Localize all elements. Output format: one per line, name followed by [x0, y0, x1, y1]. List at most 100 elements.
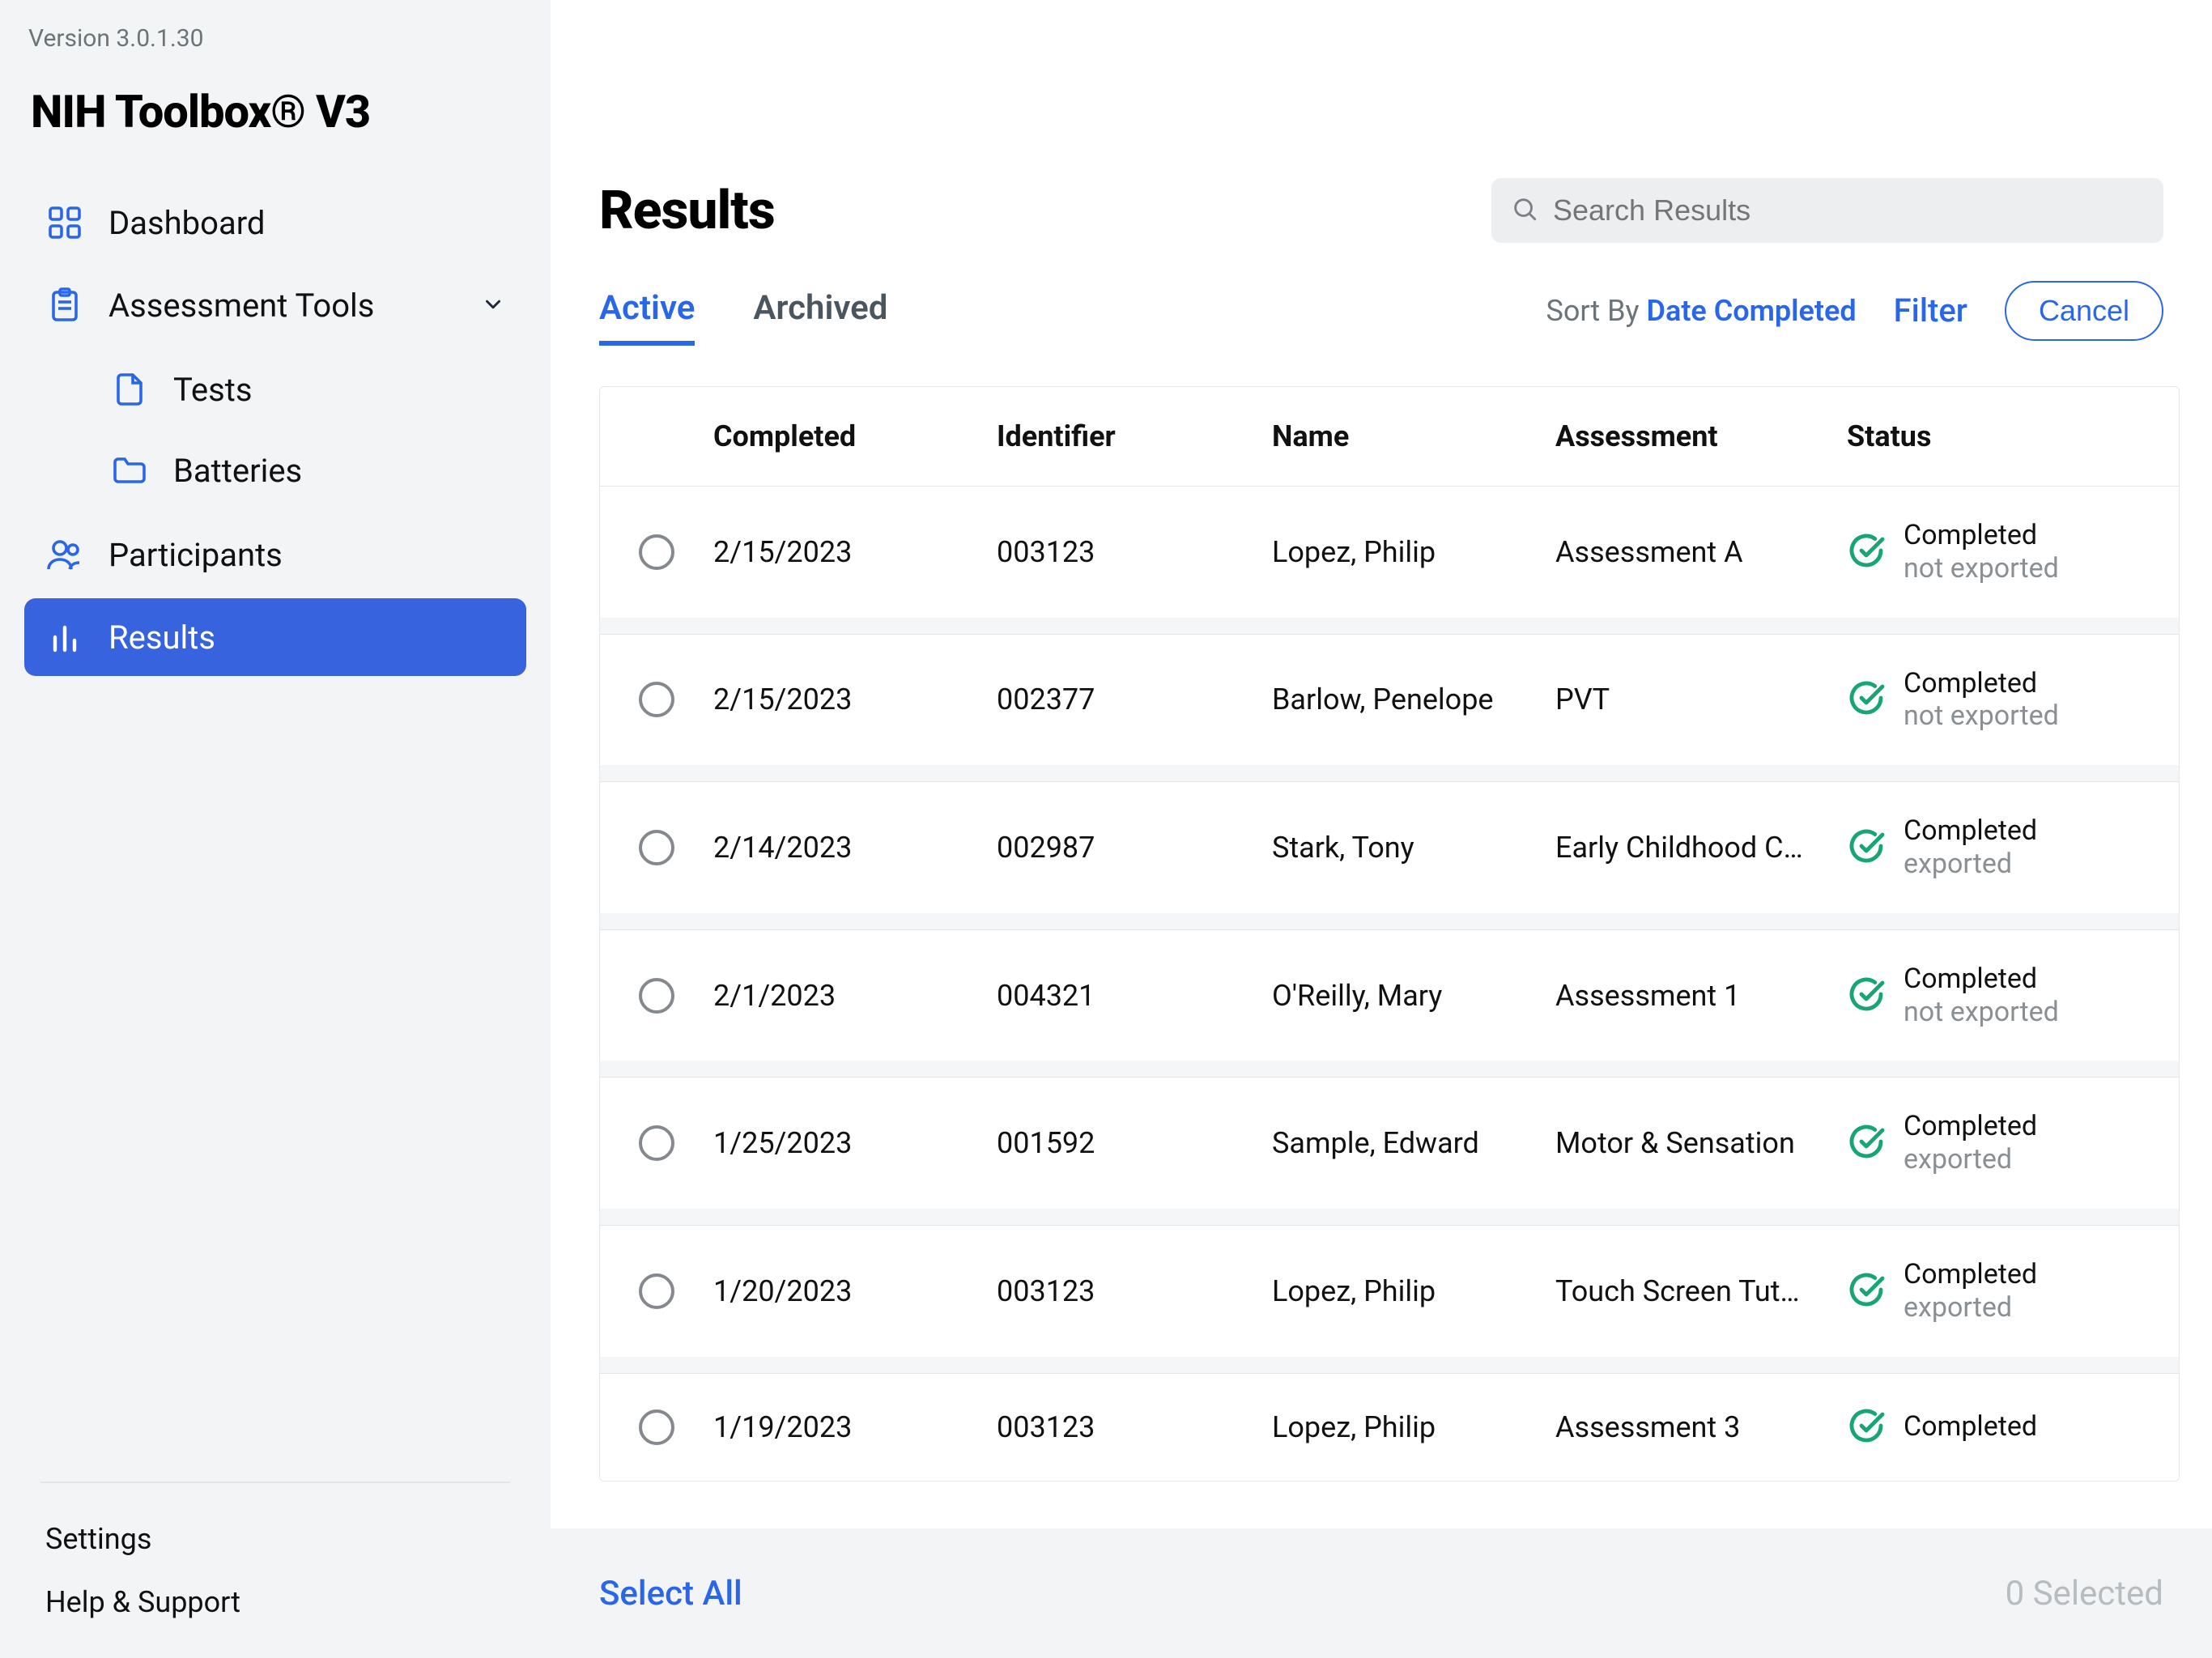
search-icon — [1511, 195, 1538, 226]
status-secondary: not exported — [1904, 552, 2059, 585]
col-status: Status — [1847, 419, 2179, 453]
table-row[interactable]: 2/15/2023003123Lopez, PhilipAssessment A… — [600, 486, 2179, 618]
file-icon — [110, 370, 149, 409]
status-secondary: exported — [1904, 848, 2037, 881]
status-primary: Completed — [1904, 814, 2037, 848]
cell-status: Completedexported — [1847, 1110, 2179, 1176]
table-row[interactable]: 2/14/2023002987Stark, TonyEarly Childhoo… — [600, 781, 2179, 913]
sidebar-item-results[interactable]: Results — [24, 598, 526, 676]
cell-name: Lopez, Philip — [1272, 535, 1555, 569]
table-header: Completed Identifier Name Assessment Sta… — [600, 387, 2179, 486]
status-primary: Completed — [1904, 1410, 2037, 1443]
cell-identifier: 001592 — [997, 1126, 1272, 1160]
results-toolbar: Active Archived Sort By Date Completed F… — [551, 243, 2212, 346]
status-secondary: exported — [1904, 1291, 2037, 1324]
sidebar-item-tests[interactable]: Tests — [89, 349, 526, 430]
col-assessment: Assessment — [1555, 419, 1847, 453]
cell-completed: 1/19/2023 — [713, 1410, 997, 1444]
filter-button[interactable]: Filter — [1894, 291, 1967, 329]
cell-status: Completednot exported — [1847, 667, 2179, 733]
row-select-radio[interactable] — [639, 534, 674, 570]
table-row[interactable]: 1/20/2023003123Lopez, PhilipTouch Screen… — [600, 1225, 2179, 1357]
cell-assessment: Assessment A — [1555, 535, 1847, 569]
row-select-radio[interactable] — [639, 1409, 674, 1445]
version-label: Version 3.0.1.30 — [28, 24, 526, 53]
status-secondary: exported — [1904, 1143, 2037, 1176]
sidebar-settings[interactable]: Settings — [24, 1507, 526, 1571]
table-row[interactable]: 2/1/2023004321O'Reilly, MaryAssessment 1… — [600, 929, 2179, 1061]
check-circle-icon — [1847, 1122, 1886, 1164]
row-select-radio[interactable] — [639, 682, 674, 717]
row-select-radio[interactable] — [639, 978, 674, 1014]
sidebar-item-label: Batteries — [173, 452, 302, 490]
cell-identifier: 003123 — [997, 1410, 1272, 1444]
cell-completed: 2/14/2023 — [713, 831, 997, 865]
check-circle-icon — [1847, 678, 1886, 721]
cell-assessment: Motor & Sensation — [1555, 1126, 1847, 1160]
status-primary: Completed — [1904, 667, 2059, 700]
tab-active[interactable]: Active — [599, 275, 695, 346]
sidebar-divider — [40, 1482, 510, 1483]
dashboard-icon — [45, 203, 84, 242]
col-name: Name — [1272, 419, 1555, 453]
cell-identifier: 002987 — [997, 831, 1272, 865]
col-completed: Completed — [713, 419, 997, 453]
cell-assessment: Early Childhood C… — [1555, 831, 1847, 865]
folder-icon — [110, 451, 149, 490]
cell-name: O'Reilly, Mary — [1272, 979, 1555, 1013]
row-select-radio[interactable] — [639, 1273, 674, 1309]
main-header: Results — [551, 0, 2212, 243]
tab-archived[interactable]: Archived — [753, 275, 887, 346]
cell-status: Completedexported — [1847, 1258, 2179, 1324]
main-content: Results Active Archived Sort By D — [551, 0, 2212, 1658]
sidebar-item-label: Results — [108, 619, 215, 657]
selection-bar: Select All 0 Selected — [551, 1528, 2212, 1658]
cell-completed: 1/25/2023 — [713, 1126, 997, 1160]
cell-name: Barlow, Penelope — [1272, 682, 1555, 716]
sidebar-item-label: Dashboard — [108, 204, 265, 242]
status-secondary: not exported — [1904, 996, 2059, 1029]
search-field[interactable] — [1553, 193, 2144, 227]
row-select-radio[interactable] — [639, 1125, 674, 1161]
cell-completed: 2/1/2023 — [713, 979, 997, 1013]
cell-identifier: 003123 — [997, 1274, 1272, 1308]
cell-assessment: Assessment 1 — [1555, 979, 1847, 1013]
cancel-button[interactable]: Cancel — [2005, 281, 2163, 341]
status-primary: Completed — [1904, 963, 2059, 996]
status-primary: Completed — [1904, 1110, 2037, 1143]
table-row[interactable]: 2/15/2023002377Barlow, PenelopePVTComple… — [600, 634, 2179, 766]
selected-count: 0 Selected — [2006, 1574, 2163, 1613]
status-primary: Completed — [1904, 1258, 2037, 1291]
search-input[interactable] — [1491, 178, 2163, 243]
page-title: Results — [599, 180, 775, 242]
sidebar-item-label: Assessment Tools — [108, 287, 374, 325]
table-row[interactable]: 1/19/2023003123Lopez, PhilipAssessment 3… — [600, 1373, 2179, 1481]
select-all-button[interactable]: Select All — [599, 1574, 742, 1613]
sidebar-item-batteries[interactable]: Batteries — [89, 430, 526, 511]
cell-identifier: 004321 — [997, 979, 1272, 1013]
sidebar-item-assessment-tools[interactable]: Assessment Tools — [24, 266, 526, 344]
table-row[interactable]: 1/25/2023001592Sample, EdwardMotor & Sen… — [600, 1077, 2179, 1209]
sort-label: Sort By — [1546, 294, 1639, 328]
row-select-radio[interactable] — [639, 830, 674, 865]
sidebar-nav: Dashboard Assessment Tools — [24, 184, 526, 676]
app-title: NIH Toolbox® V3 — [31, 85, 526, 138]
sidebar-item-participants[interactable]: Participants — [24, 516, 526, 593]
cell-name: Sample, Edward — [1272, 1126, 1555, 1160]
sort-value: Date Completed — [1647, 294, 1857, 328]
cell-name: Lopez, Philip — [1272, 1410, 1555, 1444]
status-primary: Completed — [1904, 519, 2059, 552]
sort-control[interactable]: Sort By Date Completed — [1546, 294, 1856, 328]
check-circle-icon — [1847, 531, 1886, 573]
results-table: Completed Identifier Name Assessment Sta… — [599, 386, 2180, 1482]
cell-identifier: 002377 — [997, 682, 1272, 716]
col-identifier: Identifier — [997, 419, 1272, 453]
sidebar-help[interactable]: Help & Support — [24, 1571, 526, 1634]
cell-assessment: Assessment 3 — [1555, 1410, 1847, 1444]
sidebar: Version 3.0.1.30 NIH Toolbox® V3 Dashboa… — [0, 0, 551, 1658]
cell-assessment: PVT — [1555, 682, 1847, 716]
cell-identifier: 003123 — [997, 535, 1272, 569]
cell-completed: 1/20/2023 — [713, 1274, 997, 1308]
sidebar-item-dashboard[interactable]: Dashboard — [24, 184, 526, 261]
results-tabs: Active Archived — [599, 275, 887, 346]
